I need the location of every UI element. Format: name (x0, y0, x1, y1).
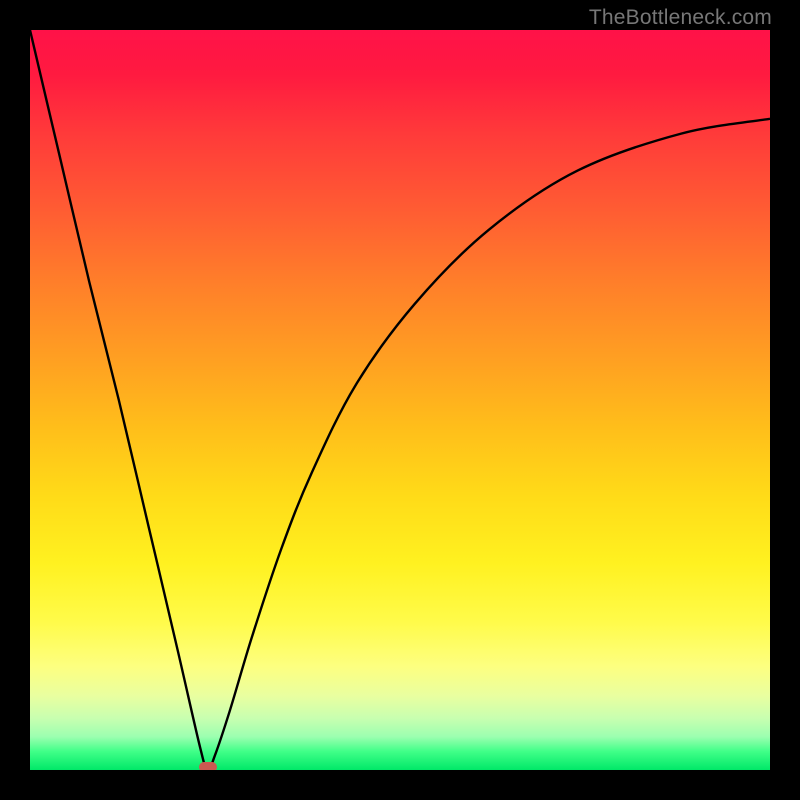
optimal-point-marker (199, 762, 217, 770)
chart-frame: TheBottleneck.com (0, 0, 800, 800)
curve-path (30, 30, 770, 770)
watermark-text: TheBottleneck.com (589, 6, 772, 30)
plot-area (30, 30, 770, 770)
bottleneck-curve (30, 30, 770, 770)
